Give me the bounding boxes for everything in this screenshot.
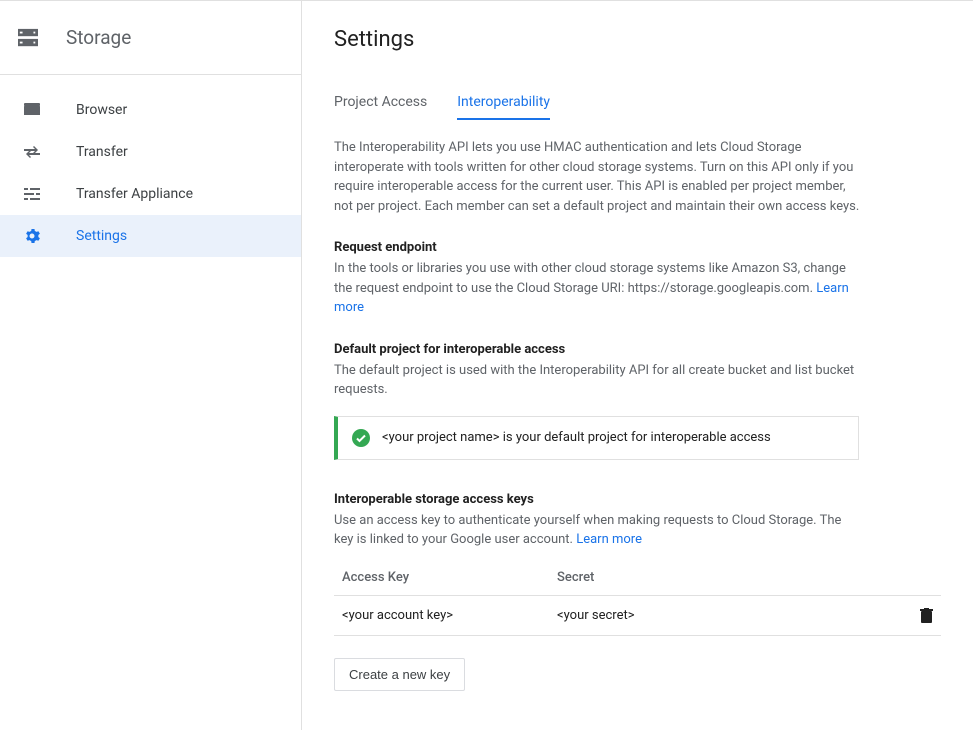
keys-table: Access Key Secret <your account key> <yo…: [334, 562, 941, 636]
create-key-button[interactable]: Create a new key: [334, 658, 465, 691]
tabs: Project Access Interoperability: [334, 94, 941, 120]
intro-text: The Interoperability API lets you use HM…: [334, 138, 864, 216]
table-header: Access Key Secret: [334, 562, 941, 596]
sidebar-title: Storage: [66, 26, 131, 49]
tab-project-access[interactable]: Project Access: [334, 94, 427, 120]
keys-text: Use an access key to authenticate yourse…: [334, 511, 864, 550]
gear-icon: [22, 228, 42, 244]
col-action: [911, 570, 941, 585]
sidebar-nav: Browser Transfer Transfer Appliance Sett…: [0, 75, 301, 257]
callout-suffix: is your default project for interoperabl…: [500, 430, 771, 445]
default-project-heading: Default project for interoperable access: [334, 342, 941, 357]
browser-icon: [22, 103, 42, 117]
default-project-text: The default project is used with the Int…: [334, 361, 864, 400]
main-content: Settings Project Access Interoperability…: [302, 1, 973, 730]
check-icon: [352, 429, 370, 447]
callout-text: <your project name> is your default proj…: [382, 430, 771, 445]
trash-icon: [920, 608, 933, 623]
sidebar-header: Storage: [0, 1, 301, 75]
col-access-key: Access Key: [342, 570, 557, 585]
sidebar-item-label: Browser: [76, 102, 127, 118]
callout-project-name: <your project name>: [382, 430, 500, 445]
sidebar-item-label: Settings: [76, 228, 127, 244]
col-secret: Secret: [557, 570, 911, 585]
endpoint-text: In the tools or libraries you use with o…: [334, 259, 864, 318]
cell-secret: <your secret>: [557, 608, 911, 623]
sidebar-item-transfer-appliance[interactable]: Transfer Appliance: [0, 173, 301, 215]
default-project-callout: <your project name> is your default proj…: [334, 416, 859, 460]
sidebar-item-browser[interactable]: Browser: [0, 89, 301, 131]
page-title: Settings: [334, 27, 941, 52]
keys-heading: Interoperable storage access keys: [334, 492, 941, 507]
storage-icon: [18, 28, 38, 48]
cell-access-key: <your account key>: [342, 608, 557, 623]
appliance-icon: [22, 187, 42, 201]
table-row: <your account key> <your secret>: [334, 596, 941, 636]
keys-learn-more-link[interactable]: Learn more: [576, 532, 642, 547]
sidebar: Storage Browser Transfer Transfer Applia…: [0, 1, 302, 730]
tab-interoperability[interactable]: Interoperability: [457, 94, 550, 120]
sidebar-item-settings[interactable]: Settings: [0, 215, 301, 257]
endpoint-body: In the tools or libraries you use with o…: [334, 261, 846, 296]
sidebar-item-transfer[interactable]: Transfer: [0, 131, 301, 173]
sidebar-item-label: Transfer Appliance: [76, 186, 193, 202]
transfer-icon: [22, 145, 42, 159]
endpoint-heading: Request endpoint: [334, 240, 941, 255]
delete-key-button[interactable]: [911, 608, 941, 623]
sidebar-item-label: Transfer: [76, 144, 128, 160]
